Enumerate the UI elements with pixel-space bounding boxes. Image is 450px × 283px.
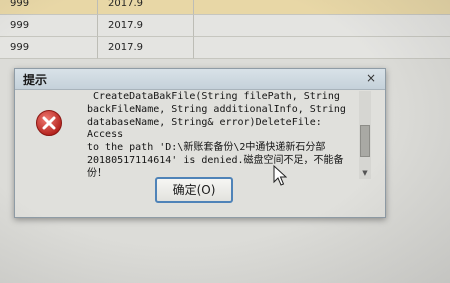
dialog-titlebar[interactable]: 提示 × — [15, 69, 385, 90]
table-cell: 999 — [0, 15, 98, 37]
scroll-down-icon[interactable]: ▼ — [359, 169, 371, 177]
error-message: CreateDataBakFile(String filePath, Strin… — [87, 91, 346, 179]
table-row[interactable]: 999 2017.9 — [0, 15, 450, 37]
ok-button[interactable]: 确定(O) — [155, 177, 233, 203]
table-row[interactable]: 999 2017.9 — [0, 0, 450, 15]
table-cell — [194, 37, 450, 59]
table-cell — [194, 0, 450, 15]
table-cell: 2017.9 — [98, 15, 194, 37]
error-dialog: 提示 × CreateDataBakFile(String filePath, … — [14, 68, 386, 218]
table-cell: 2017.9 — [98, 0, 194, 15]
mouse-cursor-icon — [273, 165, 287, 186]
dialog-title: 提示 — [23, 73, 48, 87]
table-cell — [194, 15, 450, 37]
scrollbar-thumb[interactable] — [360, 125, 370, 157]
table-cell: 999 — [0, 37, 98, 59]
close-icon[interactable]: × — [363, 70, 379, 86]
table-cell: 2017.9 — [98, 37, 194, 59]
message-scrollbar[interactable]: ▼ — [359, 91, 371, 179]
table-row[interactable]: 999 2017.9 — [0, 37, 450, 59]
error-icon — [36, 110, 62, 136]
table-cell: 999 — [0, 0, 98, 15]
